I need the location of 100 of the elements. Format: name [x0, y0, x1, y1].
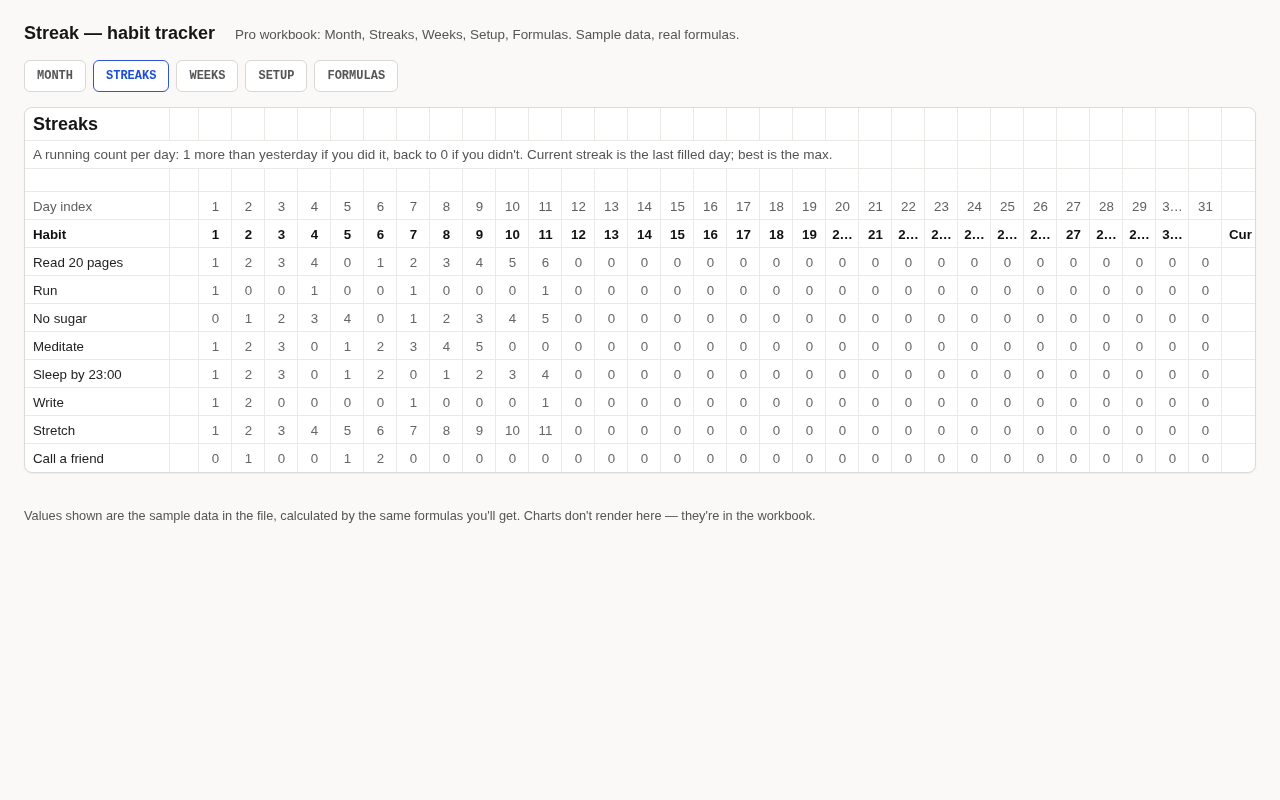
sheet-tab[interactable]: MONTH — [24, 60, 86, 92]
table-cell-text: 17 — [735, 225, 752, 244]
habit-name: No sugar — [32, 309, 88, 328]
table-cell-text: 0 — [936, 393, 947, 412]
table-cell-text: 0 — [1167, 365, 1178, 384]
table-cell-text: 0 — [606, 281, 617, 300]
table-cell-text: 0 — [672, 421, 683, 440]
table-cell-text: 25 — [999, 197, 1016, 216]
table-cell-text: 18 — [768, 225, 785, 244]
table-cell-text: 23 — [933, 197, 950, 216]
table-cell-text: 0 — [870, 421, 881, 440]
table-cell-text: 0 — [1200, 309, 1211, 328]
table-cell-text: 0 — [870, 253, 881, 272]
table-cell-text: 0 — [870, 365, 881, 384]
table-cell-text: 2… — [930, 225, 953, 244]
table-cell-text: 0 — [606, 421, 617, 440]
table-cell-text: 0 — [1101, 337, 1112, 356]
sheet-tab[interactable]: SETUP — [245, 60, 308, 92]
table-cell-text: 0 — [1167, 421, 1178, 440]
habit-name: Call a friend — [32, 449, 105, 468]
table-cell-text: 8 — [441, 225, 452, 244]
table-cell-text: 6 — [375, 421, 386, 440]
table-cell-text: 0 — [969, 253, 980, 272]
table-cell-text: 2 — [441, 309, 452, 328]
table-cell-text: 0 — [210, 449, 221, 468]
table-cell-text: 0 — [639, 253, 650, 272]
table-cell-text: 0 — [606, 365, 617, 384]
table-cell-text: 0 — [771, 337, 782, 356]
table-cell-text: 2 — [243, 421, 254, 440]
table-cell-text: 1 — [441, 365, 452, 384]
table-cell-text: 0 — [1101, 393, 1112, 412]
table-cell-text: 0 — [903, 365, 914, 384]
table-cell-text: 0 — [804, 337, 815, 356]
table-cell-text: 2 — [375, 337, 386, 356]
table-cell-text: 0 — [276, 281, 287, 300]
table-cell-text: 0 — [870, 281, 881, 300]
table-cell-text: 2 — [375, 449, 386, 468]
sheet-tab[interactable]: FORMULAS — [314, 60, 399, 92]
table-cell-text: 4 — [540, 365, 551, 384]
table-cell-text: 0 — [1200, 393, 1211, 412]
sheet-tab[interactable]: WEEKS — [176, 60, 239, 92]
table-cell-text: 9 — [474, 421, 485, 440]
table-cell-text: 13 — [603, 197, 620, 216]
table-cell-text: 0 — [606, 309, 617, 328]
table-cell-text: 0 — [672, 449, 683, 468]
table-cell-text: 2 — [243, 393, 254, 412]
table-cell-text: 0 — [408, 449, 419, 468]
table-cell-text: 8 — [441, 197, 452, 216]
table-cell-text: 1 — [210, 253, 221, 272]
table-cell-text: 0 — [936, 421, 947, 440]
table-cell-text: 1 — [342, 365, 353, 384]
table-cell-text: 0 — [1200, 421, 1211, 440]
table-cell-text: 0 — [870, 337, 881, 356]
table-cell-text: 1 — [408, 309, 419, 328]
table-cell-text: 0 — [705, 393, 716, 412]
table-cell-text: 0 — [1068, 393, 1079, 412]
table-cell-text: 3 — [276, 421, 287, 440]
table-cell-text: 0 — [969, 393, 980, 412]
table-cell-text: 0 — [1068, 281, 1079, 300]
table-cell-text: 0 — [705, 337, 716, 356]
table-cell-text: 0 — [309, 365, 320, 384]
table-cell-text: 5 — [507, 253, 518, 272]
table-cell-text: 0 — [837, 309, 848, 328]
table-cell-text: 0 — [1134, 393, 1145, 412]
table-cell-text: 0 — [672, 309, 683, 328]
table-cell-text: 8 — [441, 421, 452, 440]
table-cell-text: 0 — [507, 393, 518, 412]
table-cell-text: 0 — [1002, 365, 1013, 384]
habit-name: Read 20 pages — [32, 253, 125, 272]
table-cell-text: 2 — [474, 365, 485, 384]
sheet-title: Streaks — [32, 113, 100, 136]
table-cell-text: 0 — [1134, 449, 1145, 468]
table-cell-text: 14 — [636, 197, 653, 216]
table-cell-text: 0 — [639, 281, 650, 300]
table-cell-text: 0 — [1134, 309, 1145, 328]
table-cell-text: 6 — [540, 253, 551, 272]
table-cell-text: 0 — [672, 393, 683, 412]
table-cell-text: 0 — [540, 337, 551, 356]
column-header: Cur — [1228, 225, 1253, 244]
table-cell-text: 26 — [1032, 197, 1049, 216]
table-cell-text: 5 — [540, 309, 551, 328]
table-cell-text: 0 — [1134, 253, 1145, 272]
table-cell-text: 9 — [474, 225, 485, 244]
sheet-tab[interactable]: STREAKS — [93, 60, 170, 92]
table-cell-text: 3 — [276, 225, 287, 244]
table-cell-text: 1 — [540, 281, 551, 300]
table-cell-text: 0 — [804, 393, 815, 412]
table-cell-text: 3 — [276, 337, 287, 356]
table-cell-text: 0 — [1035, 309, 1046, 328]
table-cell-text: 1 — [342, 337, 353, 356]
table-cell-text: 4 — [309, 197, 320, 216]
table-cell-text: 0 — [804, 449, 815, 468]
table-cell-text: 1 — [408, 393, 419, 412]
table-cell-text: 2… — [963, 225, 986, 244]
table-cell-text: 0 — [870, 309, 881, 328]
table-cell-text: 0 — [375, 393, 386, 412]
table-cell-text: 1 — [210, 197, 221, 216]
table-cell-text: 0 — [1068, 309, 1079, 328]
table-cell-text: 0 — [837, 281, 848, 300]
table-cell-text: 0 — [705, 365, 716, 384]
